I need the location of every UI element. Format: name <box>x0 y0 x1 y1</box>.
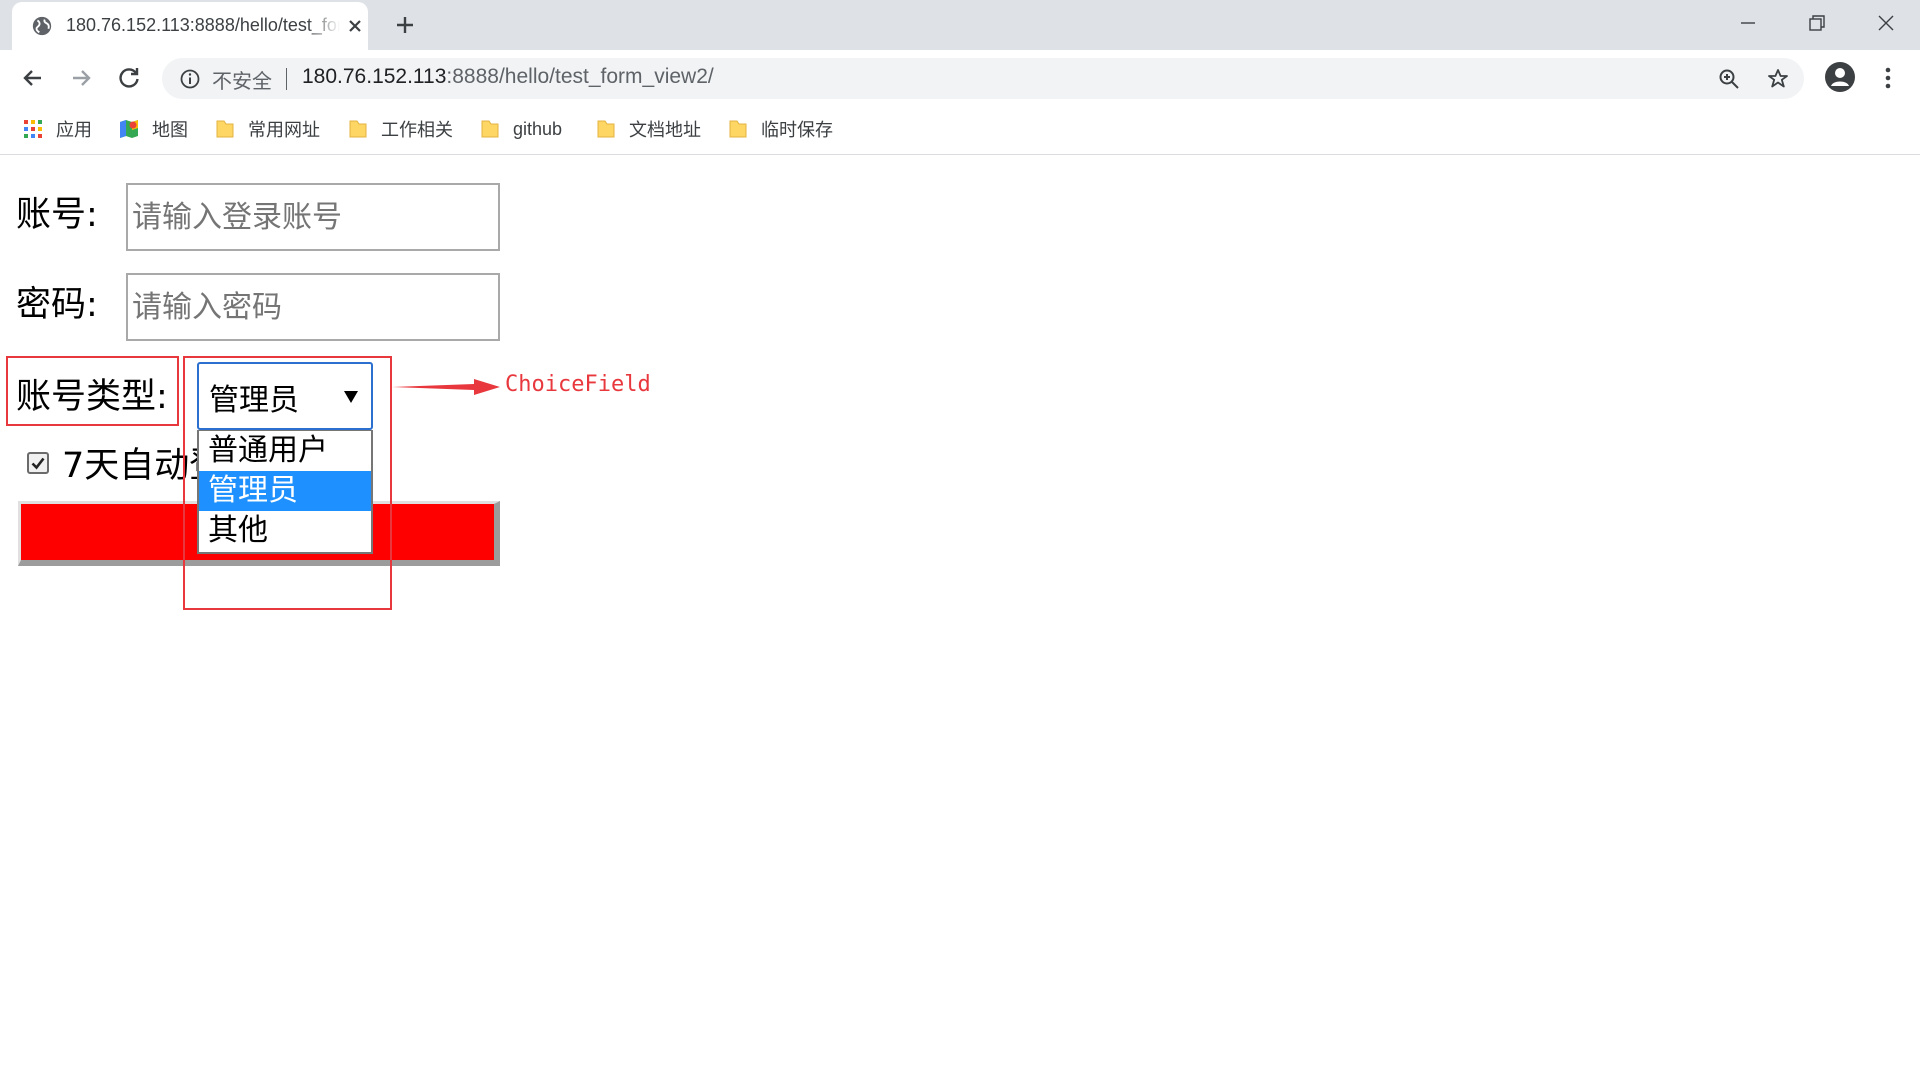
forward-arrow-icon[interactable] <box>67 64 95 92</box>
bookmark-label: 常用网址 <box>248 120 320 140</box>
checkmark-icon <box>31 457 45 470</box>
url-host: 180.76.152.113 <box>302 65 447 88</box>
bookmark-folder-github[interactable]: github <box>479 115 562 143</box>
bookmark-folder-temp[interactable]: 临时保存 <box>727 115 833 143</box>
tab-title: 180.76.152.113:8888/hello/test_form_view… <box>66 15 340 35</box>
browser-tab[interactable]: 180.76.152.113:8888/hello/test_form_view… <box>12 2 368 50</box>
account-label: 账号: <box>16 195 98 235</box>
close-tab-icon[interactable] <box>345 16 365 36</box>
address-bar[interactable]: 不安全 180.76.152.113:8888/hello/test_form_… <box>162 58 1804 99</box>
restore-icon[interactable] <box>1798 8 1834 38</box>
bookmark-star-icon[interactable] <box>1766 67 1790 91</box>
security-label[interactable]: 不安全 <box>212 65 272 94</box>
folder-icon <box>216 120 234 138</box>
reload-icon[interactable] <box>115 64 143 92</box>
url-path: :8888/hello/test_form_view2/ <box>446 65 714 88</box>
globe-icon <box>32 16 52 36</box>
bookmark-folder-work[interactable]: 工作相关 <box>347 115 453 143</box>
folder-icon <box>349 120 367 138</box>
label-highlight-box <box>6 356 179 426</box>
back-arrow-icon[interactable] <box>19 64 47 92</box>
account-input[interactable] <box>126 183 500 251</box>
bookmark-label: 应用 <box>56 120 92 140</box>
bookmark-label: 工作相关 <box>381 120 453 140</box>
tab-strip: 180.76.152.113:8888/hello/test_form_view… <box>0 0 1920 50</box>
new-tab-icon[interactable] <box>393 13 417 37</box>
bookmark-label: 地图 <box>152 120 188 140</box>
annotation-arrow-icon <box>392 379 500 395</box>
bookmark-folder-docs[interactable]: 文档地址 <box>595 115 701 143</box>
bookmark-folder-common[interactable]: 常用网址 <box>214 115 320 143</box>
minimize-icon[interactable] <box>1730 8 1766 38</box>
more-menu-icon[interactable] <box>1876 64 1900 92</box>
folder-icon <box>729 120 747 138</box>
url-text[interactable]: 180.76.152.113:8888/hello/test_form_view… <box>302 65 714 89</box>
annotation-label: ChoiceField <box>505 372 651 397</box>
folder-icon <box>481 120 499 138</box>
bookmark-label: github <box>513 118 563 139</box>
password-input[interactable] <box>126 273 500 341</box>
remember-checkbox[interactable] <box>27 452 49 474</box>
apps-grid-icon <box>24 120 42 138</box>
bookmark-maps[interactable]: 地图 <box>118 115 188 143</box>
info-icon[interactable] <box>179 68 201 90</box>
password-label: 密码: <box>16 285 98 325</box>
profile-avatar-icon[interactable] <box>1824 61 1856 93</box>
select-highlight-box <box>183 356 392 610</box>
folder-icon <box>597 120 615 138</box>
bookmark-apps[interactable]: 应用 <box>22 115 92 143</box>
browser-toolbar: 不安全 180.76.152.113:8888/hello/test_form_… <box>0 50 1920 107</box>
maps-icon <box>120 120 138 138</box>
bookmark-label: 临时保存 <box>761 120 833 140</box>
close-window-icon[interactable] <box>1868 8 1904 38</box>
bookmark-label: 文档地址 <box>629 120 701 140</box>
zoom-icon[interactable] <box>1717 67 1741 91</box>
address-separator <box>286 68 287 90</box>
bookmarks-bar: 应用 地图 常用网址 工作相关 github 文档地址 临时保存 <box>0 107 1920 155</box>
